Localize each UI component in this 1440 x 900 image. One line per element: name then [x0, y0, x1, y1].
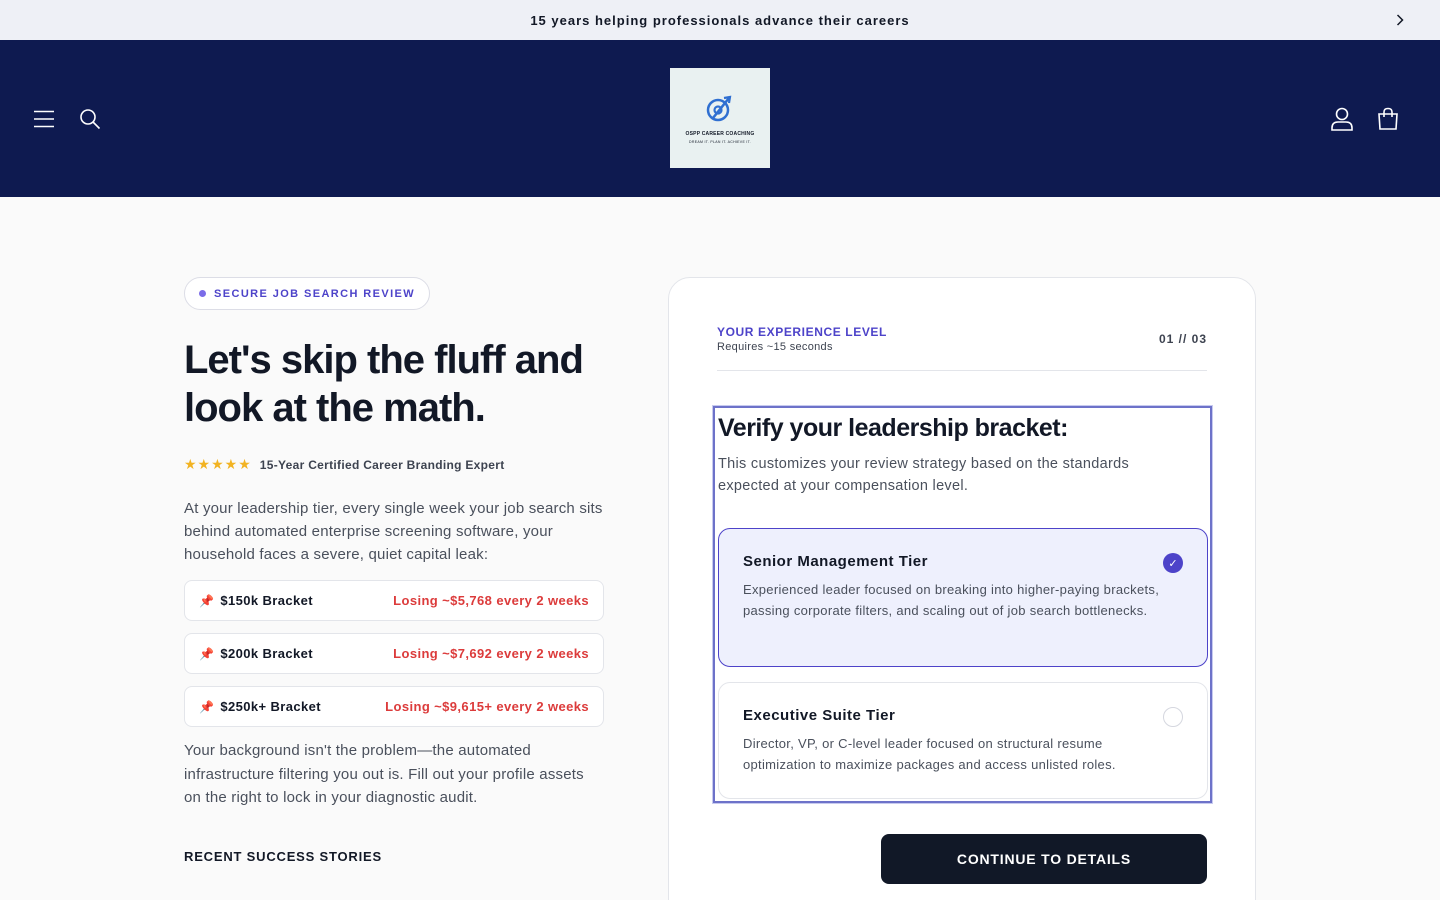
radio-empty-icon[interactable] — [1163, 707, 1183, 727]
option-executive-suite[interactable]: Executive Suite Tier Director, VP, or C-… — [718, 682, 1208, 799]
cart-icon[interactable] — [1374, 105, 1402, 133]
success-stories-heading: RECENT SUCCESS STORIES — [184, 848, 382, 864]
intro-text: At your leadership tier, every single we… — [184, 500, 603, 563]
bracket-label: $250k+ Bracket — [220, 699, 321, 714]
star-rating-icon: ★★★★★ — [184, 456, 252, 472]
bracket-loss: Losing ~$5,768 every 2 weeks — [393, 593, 589, 608]
pushpin-icon: 📌 — [199, 593, 215, 608]
hero-section: SECURE JOB SEARCH REVIEW Let's skip the … — [184, 277, 604, 864]
menu-icon[interactable] — [30, 105, 58, 133]
pushpin-icon: 📌 — [199, 646, 215, 661]
rating-label: 15-Year Certified Career Branding Expert — [259, 457, 505, 472]
option-description: Experienced leader focused on breaking i… — [743, 582, 1160, 618]
step-header: YOUR EXPERIENCE LEVEL Requires ~15 secon… — [717, 325, 1207, 371]
secure-review-badge: SECURE JOB SEARCH REVIEW — [184, 277, 431, 310]
badge-dot-icon — [199, 290, 206, 297]
account-icon[interactable] — [1328, 105, 1356, 133]
badge-label: SECURE JOB SEARCH REVIEW — [214, 287, 416, 300]
continue-button[interactable]: CONTINUE TO DETAILS — [881, 834, 1207, 884]
hero-title: Let's skip the fluff and look at the mat… — [184, 338, 584, 430]
option-title: Senior Management Tier — [743, 553, 928, 570]
bracket-loss: Losing ~$9,615+ every 2 weeks — [385, 699, 589, 714]
question-block: Verify your leadership bracket: This cus… — [713, 406, 1212, 803]
option-description: Director, VP, or C-level leader focused … — [743, 736, 1116, 772]
outro-text: Your background isn't the problem—the au… — [184, 742, 584, 806]
bracket-row: 📌 $250k+ Bracket Losing ~$9,615+ every 2 … — [184, 686, 604, 727]
step-subtitle: Requires ~15 seconds — [717, 341, 833, 353]
question-title: Verify your leadership bracket: — [718, 414, 1068, 442]
logo-icon — [706, 95, 732, 121]
option-senior-management[interactable]: Senior Management Tier Experienced leade… — [718, 528, 1208, 667]
announcement-text: 15 years helping professionals advance t… — [530, 12, 910, 28]
site-logo[interactable]: OSPP CAREER COACHING DREAM IT. PLAN IT. … — [670, 68, 770, 168]
logo-tagline: DREAM IT. PLAN IT. ACHIEVE IT. — [689, 139, 751, 144]
site-header: OSPP CAREER COACHING DREAM IT. PLAN IT. … — [0, 40, 1440, 197]
bracket-row: 📌 $200k Bracket Losing ~$7,692 every 2 we… — [184, 633, 604, 674]
bracket-row: 📌 $150k Bracket Losing ~$5,768 every 2 we… — [184, 580, 604, 621]
bracket-label: $200k Bracket — [220, 646, 314, 661]
bracket-list: 📌 $150k Bracket Losing ~$5,768 every 2 we… — [184, 580, 604, 727]
bracket-loss: Losing ~$7,692 every 2 weeks — [393, 646, 589, 661]
checkmark-icon[interactable]: ✓ — [1163, 553, 1183, 573]
announcement-bar: 15 years helping professionals advance t… — [0, 0, 1440, 293]
logo-name: OSPP CAREER COACHING — [685, 130, 755, 137]
option-title: Executive Suite Tier — [743, 707, 896, 724]
rating-row: ★★★★★ 15-Year Certified Career Branding … — [184, 456, 604, 473]
chevron-right-icon[interactable] — [1390, 10, 1410, 30]
search-icon[interactable] — [76, 105, 104, 133]
step-counter: 01 // 03 — [1158, 332, 1207, 346]
step-title: YOUR EXPERIENCE LEVEL — [717, 325, 887, 339]
pushpin-icon: 📌 — [199, 699, 215, 714]
bracket-label: $150k Bracket — [220, 593, 314, 608]
form-card: YOUR EXPERIENCE LEVEL Requires ~15 secon… — [668, 277, 1256, 900]
question-description: This customizes your review strategy bas… — [718, 456, 1129, 494]
